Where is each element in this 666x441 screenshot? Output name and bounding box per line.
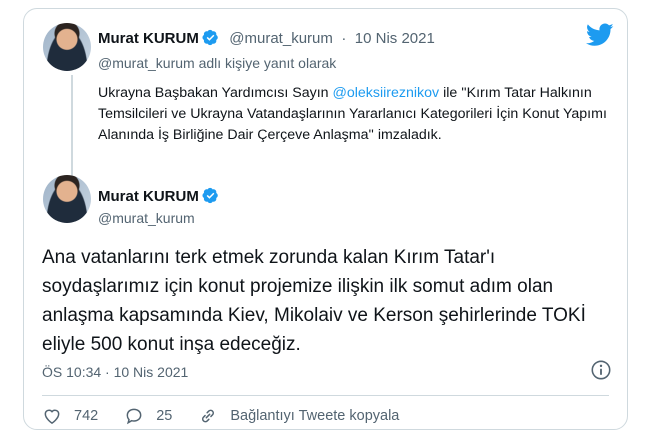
copy-link-button[interactable]: Bağlantıyı Tweete kopyala [198,406,399,426]
mention-link[interactable]: @oleksiireznikov [332,85,439,101]
author-name[interactable]: Murat KURUM [98,188,199,205]
main-tweet-author: Murat KURUM @murat_kurum [98,187,219,226]
thread-line [71,75,73,181]
reply-button[interactable]: 25 [124,406,172,426]
separator-dot: · [341,30,347,47]
twitter-bird-icon[interactable] [586,23,614,47]
verified-badge-icon [202,29,218,46]
like-count: 742 [74,408,99,424]
avatar[interactable] [43,23,91,71]
reply-count: 25 [156,408,173,424]
reply-bubble-icon [126,408,142,425]
author-handle[interactable]: @murat_kurum [229,30,333,47]
main-tweet-text: Ana vatanlarını terk etmek zorunda kalan… [42,247,586,355]
heart-icon [44,409,60,424]
quoted-tweet-header: Murat KURUM @murat_kurum · 10 Nis 2021 [98,29,435,48]
divider [42,395,609,396]
like-button[interactable]: 742 [42,406,98,426]
copy-link-label: Bağlantıyı Tweete kopyala [230,408,400,424]
tweet-embed-card: Murat KURUM @murat_kurum · 10 Nis 2021 @… [23,8,628,430]
quoted-tweet-text: Ukrayna Başbakan Yardımcısı Sayın @oleks… [98,83,614,146]
author-name[interactable]: Murat KURUM [98,30,199,47]
avatar[interactable] [43,175,91,223]
author-handle[interactable]: @murat_kurum [98,210,219,226]
verified-badge-icon [202,187,218,204]
tweet-timestamp[interactable]: ÖS 10:34 · 10 Nis 2021 [42,364,188,380]
link-icon [202,409,215,423]
action-bar: 742 25 Bağlantıyı Tweete kopyala [42,406,425,426]
quoted-text-start: Ukrayna Başbakan Yardımcısı Sayın [98,85,333,101]
tweet-date[interactable]: 10 Nis 2021 [355,30,435,47]
reply-context: @murat_kurum adlı kişiye yanıt olarak [98,55,337,71]
info-icon[interactable] [590,359,612,381]
